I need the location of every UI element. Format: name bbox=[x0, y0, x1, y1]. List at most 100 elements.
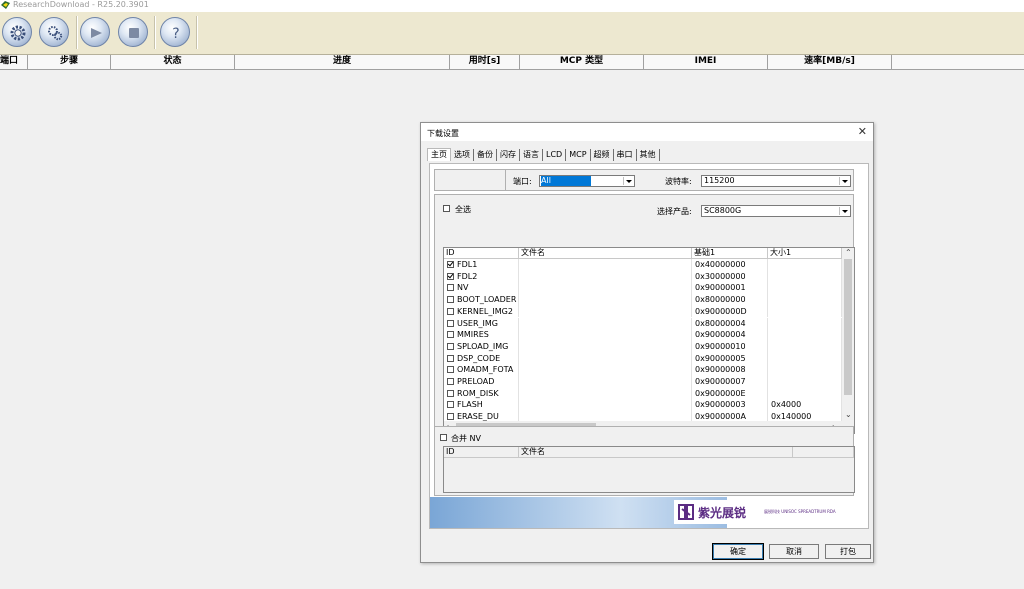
toolbar-separator bbox=[196, 16, 198, 49]
table-row[interactable]: PRELOAD 0x90000007 bbox=[444, 376, 842, 388]
file-id-cell: USER_IMG bbox=[444, 317, 519, 330]
nv-column-id[interactable]: ID bbox=[444, 447, 519, 458]
file-file-cell bbox=[519, 387, 692, 400]
file-checkbox[interactable] bbox=[447, 389, 454, 397]
vertical-scroll-thumb[interactable] bbox=[844, 259, 852, 395]
file-id-cell: FDL2 bbox=[444, 270, 519, 283]
select-all-checkbox[interactable] bbox=[443, 205, 450, 212]
file-size-cell bbox=[768, 282, 842, 295]
table-row[interactable]: NV 0x90000001 bbox=[444, 282, 842, 295]
file-file-cell bbox=[519, 376, 692, 388]
close-icon[interactable]: ✕ bbox=[858, 126, 867, 137]
column-header-port[interactable]: 端口 bbox=[0, 55, 28, 69]
tab-backup[interactable]: 备份 bbox=[474, 149, 497, 161]
cancel-button[interactable]: 取消 bbox=[769, 544, 819, 559]
file-base-cell: 0x80000000 bbox=[692, 294, 768, 306]
table-row[interactable]: SPLOAD_IMG 0x90000010 bbox=[444, 340, 842, 353]
file-base-cell: 0x90000007 bbox=[692, 376, 768, 388]
nv-column-extra[interactable] bbox=[793, 447, 854, 458]
tab-mcp[interactable]: MCP bbox=[566, 149, 591, 161]
nv-column-name[interactable]: 文件名 bbox=[519, 447, 793, 458]
file-checkbox[interactable] bbox=[447, 342, 454, 350]
file-id-label: NV bbox=[457, 283, 469, 293]
column-header-rate[interactable]: 速率[MB/s] bbox=[768, 55, 892, 69]
table-row[interactable]: FDL2 0x30000000 bbox=[444, 270, 842, 283]
toolbar-separator bbox=[76, 16, 78, 49]
table-row[interactable]: ROM_DISK 0x9000000E bbox=[444, 387, 842, 400]
file-base-cell: 0x9000000E bbox=[692, 387, 768, 400]
file-checkbox[interactable] bbox=[447, 307, 454, 315]
file-checkbox[interactable] bbox=[447, 319, 454, 327]
port-label: 端口: bbox=[513, 177, 532, 186]
tab-language[interactable]: 语言 bbox=[520, 149, 543, 161]
file-column-base[interactable]: 基础1 bbox=[692, 248, 768, 259]
file-checkbox[interactable] bbox=[447, 261, 454, 268]
table-row[interactable]: FLASH 0x90000003 0x4000 bbox=[444, 399, 842, 412]
column-header-progress[interactable]: 进度 bbox=[235, 55, 450, 69]
column-header-status[interactable]: 状态 bbox=[111, 55, 235, 69]
baud-select[interactable]: 115200 bbox=[701, 175, 851, 187]
scroll-down-icon[interactable]: ⌄ bbox=[845, 411, 852, 419]
file-checkbox[interactable] bbox=[447, 366, 454, 374]
port-select[interactable]: All bbox=[539, 175, 635, 187]
pack-button[interactable]: 打包 bbox=[825, 544, 871, 559]
product-select-value: SC8800G bbox=[704, 206, 742, 215]
product-select[interactable]: SC8800G bbox=[701, 205, 851, 217]
start-button[interactable] bbox=[80, 17, 110, 47]
file-checkbox[interactable] bbox=[447, 354, 454, 362]
logo-subtext: 展锐科技 UNISOC SPREADTRUM RDA bbox=[764, 509, 836, 514]
file-column-size[interactable]: 大小1 bbox=[768, 248, 842, 259]
chevron-down-icon[interactable] bbox=[623, 177, 633, 185]
table-row[interactable]: FDL1 0x40000000 bbox=[444, 259, 842, 271]
file-checkbox[interactable] bbox=[447, 413, 454, 421]
file-file-cell bbox=[519, 329, 692, 341]
help-button[interactable]: ? bbox=[160, 17, 190, 47]
merge-nv-checkbox[interactable] bbox=[440, 434, 447, 441]
file-id-label: DSP_CODE bbox=[457, 353, 501, 363]
merge-nv-label: 合并 NV bbox=[451, 434, 481, 443]
chevron-down-icon[interactable] bbox=[839, 177, 849, 185]
file-checkbox[interactable] bbox=[447, 296, 454, 304]
ok-button[interactable]: 确定 bbox=[712, 543, 764, 560]
file-base-cell: 0x80000004 bbox=[692, 317, 768, 330]
file-column-id[interactable]: ID bbox=[444, 248, 519, 259]
gear-icon bbox=[10, 25, 26, 41]
table-row[interactable]: BOOT_LOADER 0x80000000 bbox=[444, 294, 842, 306]
tab-flash[interactable]: 闪存 bbox=[497, 149, 520, 161]
column-header-step[interactable]: 步骤 bbox=[28, 55, 111, 69]
settings-button[interactable] bbox=[39, 17, 69, 47]
stop-button[interactable] bbox=[118, 17, 148, 47]
column-header-imei[interactable]: IMEI bbox=[644, 55, 768, 69]
file-checkbox[interactable] bbox=[447, 284, 454, 292]
tab-options[interactable]: 选项 bbox=[451, 149, 474, 161]
gears-icon bbox=[48, 26, 63, 41]
table-row[interactable]: MMIRES 0x90000004 bbox=[444, 329, 842, 341]
file-checkbox[interactable] bbox=[447, 401, 454, 409]
file-table: ID 文件名 基础1 大小1 FDL1 0x40000000 FDL2 0x30000… bbox=[443, 247, 855, 434]
file-size-cell bbox=[768, 376, 842, 388]
scroll-up-icon[interactable]: ⌃ bbox=[845, 249, 852, 257]
file-column-name[interactable]: 文件名 bbox=[519, 248, 692, 259]
tab-overclock[interactable]: 超频 bbox=[591, 149, 614, 161]
tab-main[interactable]: 主页 bbox=[427, 148, 451, 161]
table-row[interactable]: USER_IMG 0x80000004 bbox=[444, 317, 842, 330]
column-header-mcp-type[interactable]: MCP 类型 bbox=[520, 55, 644, 69]
tab-serial[interactable]: 串口 bbox=[614, 149, 637, 161]
file-id-cell: PRELOAD bbox=[444, 376, 519, 388]
file-id-cell: FLASH bbox=[444, 399, 519, 412]
baud-select-value: 115200 bbox=[704, 176, 735, 185]
chevron-down-icon[interactable] bbox=[839, 207, 849, 215]
file-checkbox[interactable] bbox=[447, 272, 454, 280]
table-row[interactable]: KERNEL_IMG2 0x9000000D bbox=[444, 305, 842, 318]
vertical-scrollbar[interactable]: ⌃ ⌄ bbox=[842, 248, 854, 422]
column-header-time[interactable]: 用时[s] bbox=[450, 55, 520, 69]
file-checkbox[interactable] bbox=[447, 331, 454, 339]
table-row[interactable]: OMADM_FOTA 0x90000008 bbox=[444, 364, 842, 376]
table-row[interactable]: DSP_CODE 0x90000005 bbox=[444, 352, 842, 365]
file-id-cell: OMADM_FOTA bbox=[444, 364, 519, 376]
tab-other[interactable]: 其他 bbox=[637, 149, 660, 161]
file-checkbox[interactable] bbox=[447, 378, 454, 385]
file-file-cell bbox=[519, 270, 692, 283]
load-packet-button[interactable] bbox=[2, 17, 32, 47]
tab-lcd[interactable]: LCD bbox=[543, 149, 567, 161]
